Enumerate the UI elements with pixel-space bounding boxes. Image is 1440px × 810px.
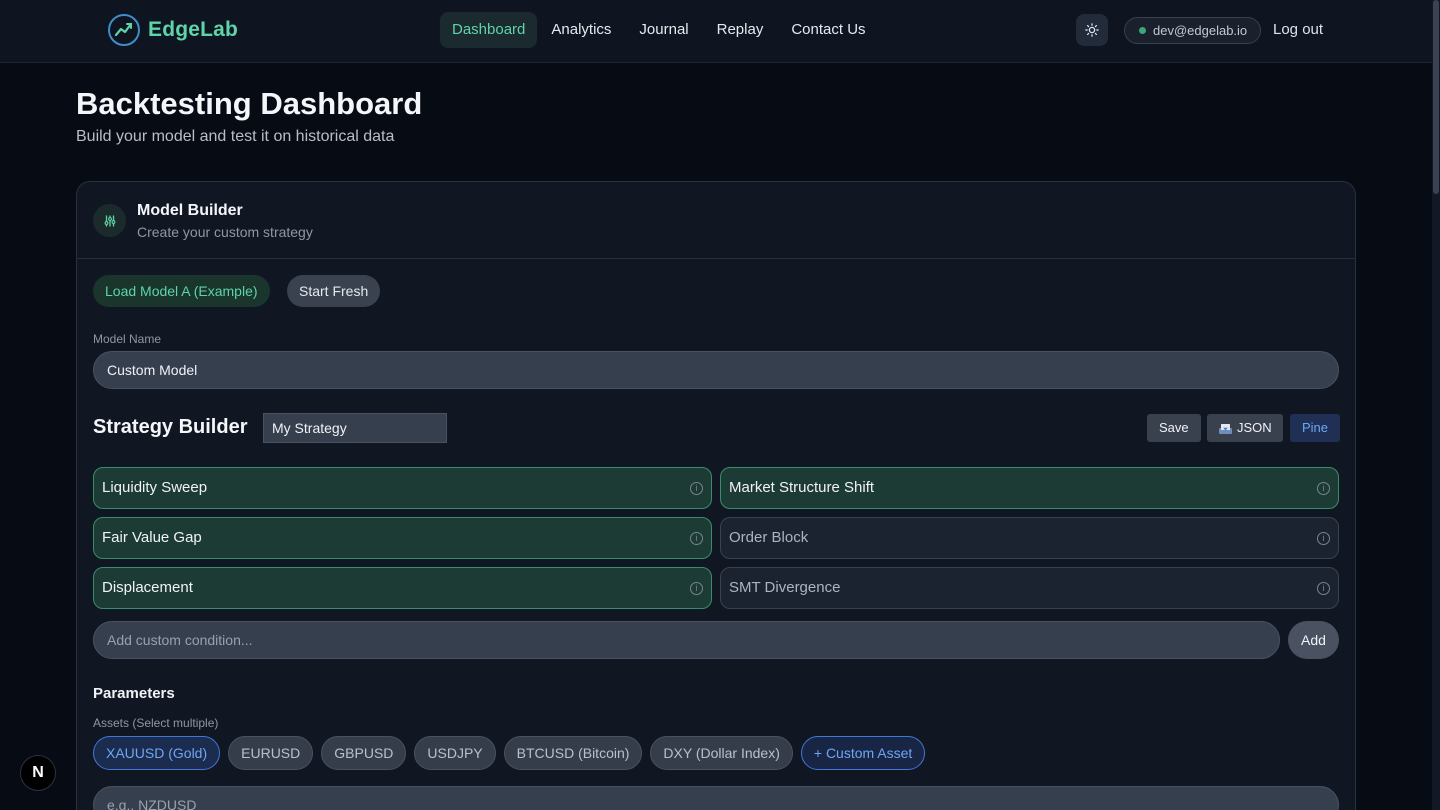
- chart-trend-icon: [108, 14, 140, 46]
- model-name-input[interactable]: Custom Model: [93, 351, 1339, 389]
- model-builder-card: Model Builder Create your custom strateg…: [76, 181, 1356, 810]
- condition-label: Fair Value Gap: [102, 529, 202, 546]
- asset-chip-usdjpy[interactable]: USDJPY: [414, 736, 496, 770]
- nav-link-dashboard[interactable]: Dashboard: [440, 12, 538, 48]
- nav-link-replay[interactable]: Replay: [703, 12, 778, 48]
- info-icon[interactable]: i: [1317, 582, 1330, 595]
- card-header: Model Builder Create your custom strateg…: [77, 182, 1355, 259]
- model-name-label: Model Name: [93, 332, 162, 346]
- dev-tools-badge[interactable]: N: [20, 755, 56, 791]
- asset-chip-dxy[interactable]: DXY (Dollar Index): [650, 736, 793, 770]
- start-fresh-button[interactable]: Start Fresh: [287, 275, 381, 307]
- parameters-title: Parameters: [93, 685, 175, 702]
- page-title: Backtesting Dashboard: [76, 86, 423, 121]
- sun-icon: [1085, 23, 1099, 37]
- condition-order-block[interactable]: Order Block i: [720, 517, 1339, 559]
- user-badge: dev@edgelab.io: [1124, 17, 1262, 44]
- condition-displacement[interactable]: Displacement i: [93, 567, 712, 609]
- info-icon[interactable]: i: [690, 582, 703, 595]
- top-navbar: EdgeLab Dashboard Analytics Journal Repl…: [0, 0, 1432, 63]
- strategy-name-input[interactable]: My Strategy: [263, 413, 447, 443]
- asset-chip-xauusd[interactable]: XAUUSD (Gold): [93, 736, 221, 770]
- condition-label: Liquidity Sweep: [102, 479, 208, 496]
- info-icon[interactable]: i: [690, 532, 703, 545]
- condition-fair-value-gap[interactable]: Fair Value Gap i: [93, 517, 712, 559]
- condition-market-structure-shift[interactable]: Market Structure Shift i: [720, 467, 1339, 509]
- condition-liquidity-sweep[interactable]: Liquidity Sweep i: [93, 467, 712, 509]
- info-icon[interactable]: i: [1317, 532, 1330, 545]
- load-example-button[interactable]: Load Model A (Example): [93, 275, 270, 307]
- card-subtitle: Create your custom strategy: [137, 224, 313, 240]
- asset-chips: XAUUSD (Gold) EURUSD GBPUSD USDJPY BTCUS…: [93, 736, 926, 770]
- condition-label: Market Structure Shift: [729, 479, 875, 496]
- nav-link-analytics[interactable]: Analytics: [537, 12, 625, 48]
- sliders-icon: [93, 204, 126, 237]
- asset-chip-btcusd[interactable]: BTCUSD (Bitcoin): [503, 736, 643, 770]
- condition-label: Displacement: [102, 579, 193, 596]
- asset-chip-eurusd[interactable]: EURUSD: [228, 736, 314, 770]
- asset-chip-gbpusd[interactable]: GBPUSD: [321, 736, 407, 770]
- assets-label: Assets (Select multiple): [93, 716, 219, 730]
- condition-label: SMT Divergence: [729, 579, 841, 596]
- info-icon[interactable]: i: [690, 482, 703, 495]
- custom-condition-input[interactable]: Add custom condition...: [93, 621, 1280, 659]
- brand-name: EdgeLab: [148, 18, 239, 41]
- info-icon[interactable]: i: [1317, 482, 1330, 495]
- condition-label: Order Block: [729, 529, 809, 546]
- logout-link[interactable]: Log out: [1273, 21, 1323, 38]
- online-status-dot: [1139, 27, 1146, 34]
- export-json-button[interactable]: JSON: [1207, 414, 1283, 442]
- user-email: dev@edgelab.io: [1153, 23, 1248, 38]
- theme-toggle-button[interactable]: [1076, 14, 1108, 46]
- card-title: Model Builder: [137, 202, 243, 219]
- nav-links: Dashboard Analytics Journal Replay Conta…: [440, 12, 880, 48]
- nav-link-contact-us[interactable]: Contact Us: [777, 12, 879, 48]
- add-custom-asset-button[interactable]: + Custom Asset: [800, 736, 926, 770]
- inbox-tray-icon: [1219, 423, 1232, 434]
- scrollbar-thumb[interactable]: [1433, 0, 1439, 194]
- save-button[interactable]: Save: [1147, 414, 1201, 442]
- condition-smt-divergence[interactable]: SMT Divergence i: [720, 567, 1339, 609]
- page-subtitle: Build your model and test it on historic…: [76, 128, 395, 145]
- custom-asset-input[interactable]: e.g., NZDUSD: [93, 786, 1339, 810]
- add-condition-button[interactable]: Add: [1288, 621, 1339, 659]
- strategy-builder-title: Strategy Builder: [93, 416, 248, 438]
- export-pine-button[interactable]: Pine: [1290, 414, 1341, 442]
- json-label: JSON: [1237, 420, 1272, 435]
- brand[interactable]: EdgeLab: [108, 14, 238, 46]
- nav-link-journal[interactable]: Journal: [625, 12, 702, 48]
